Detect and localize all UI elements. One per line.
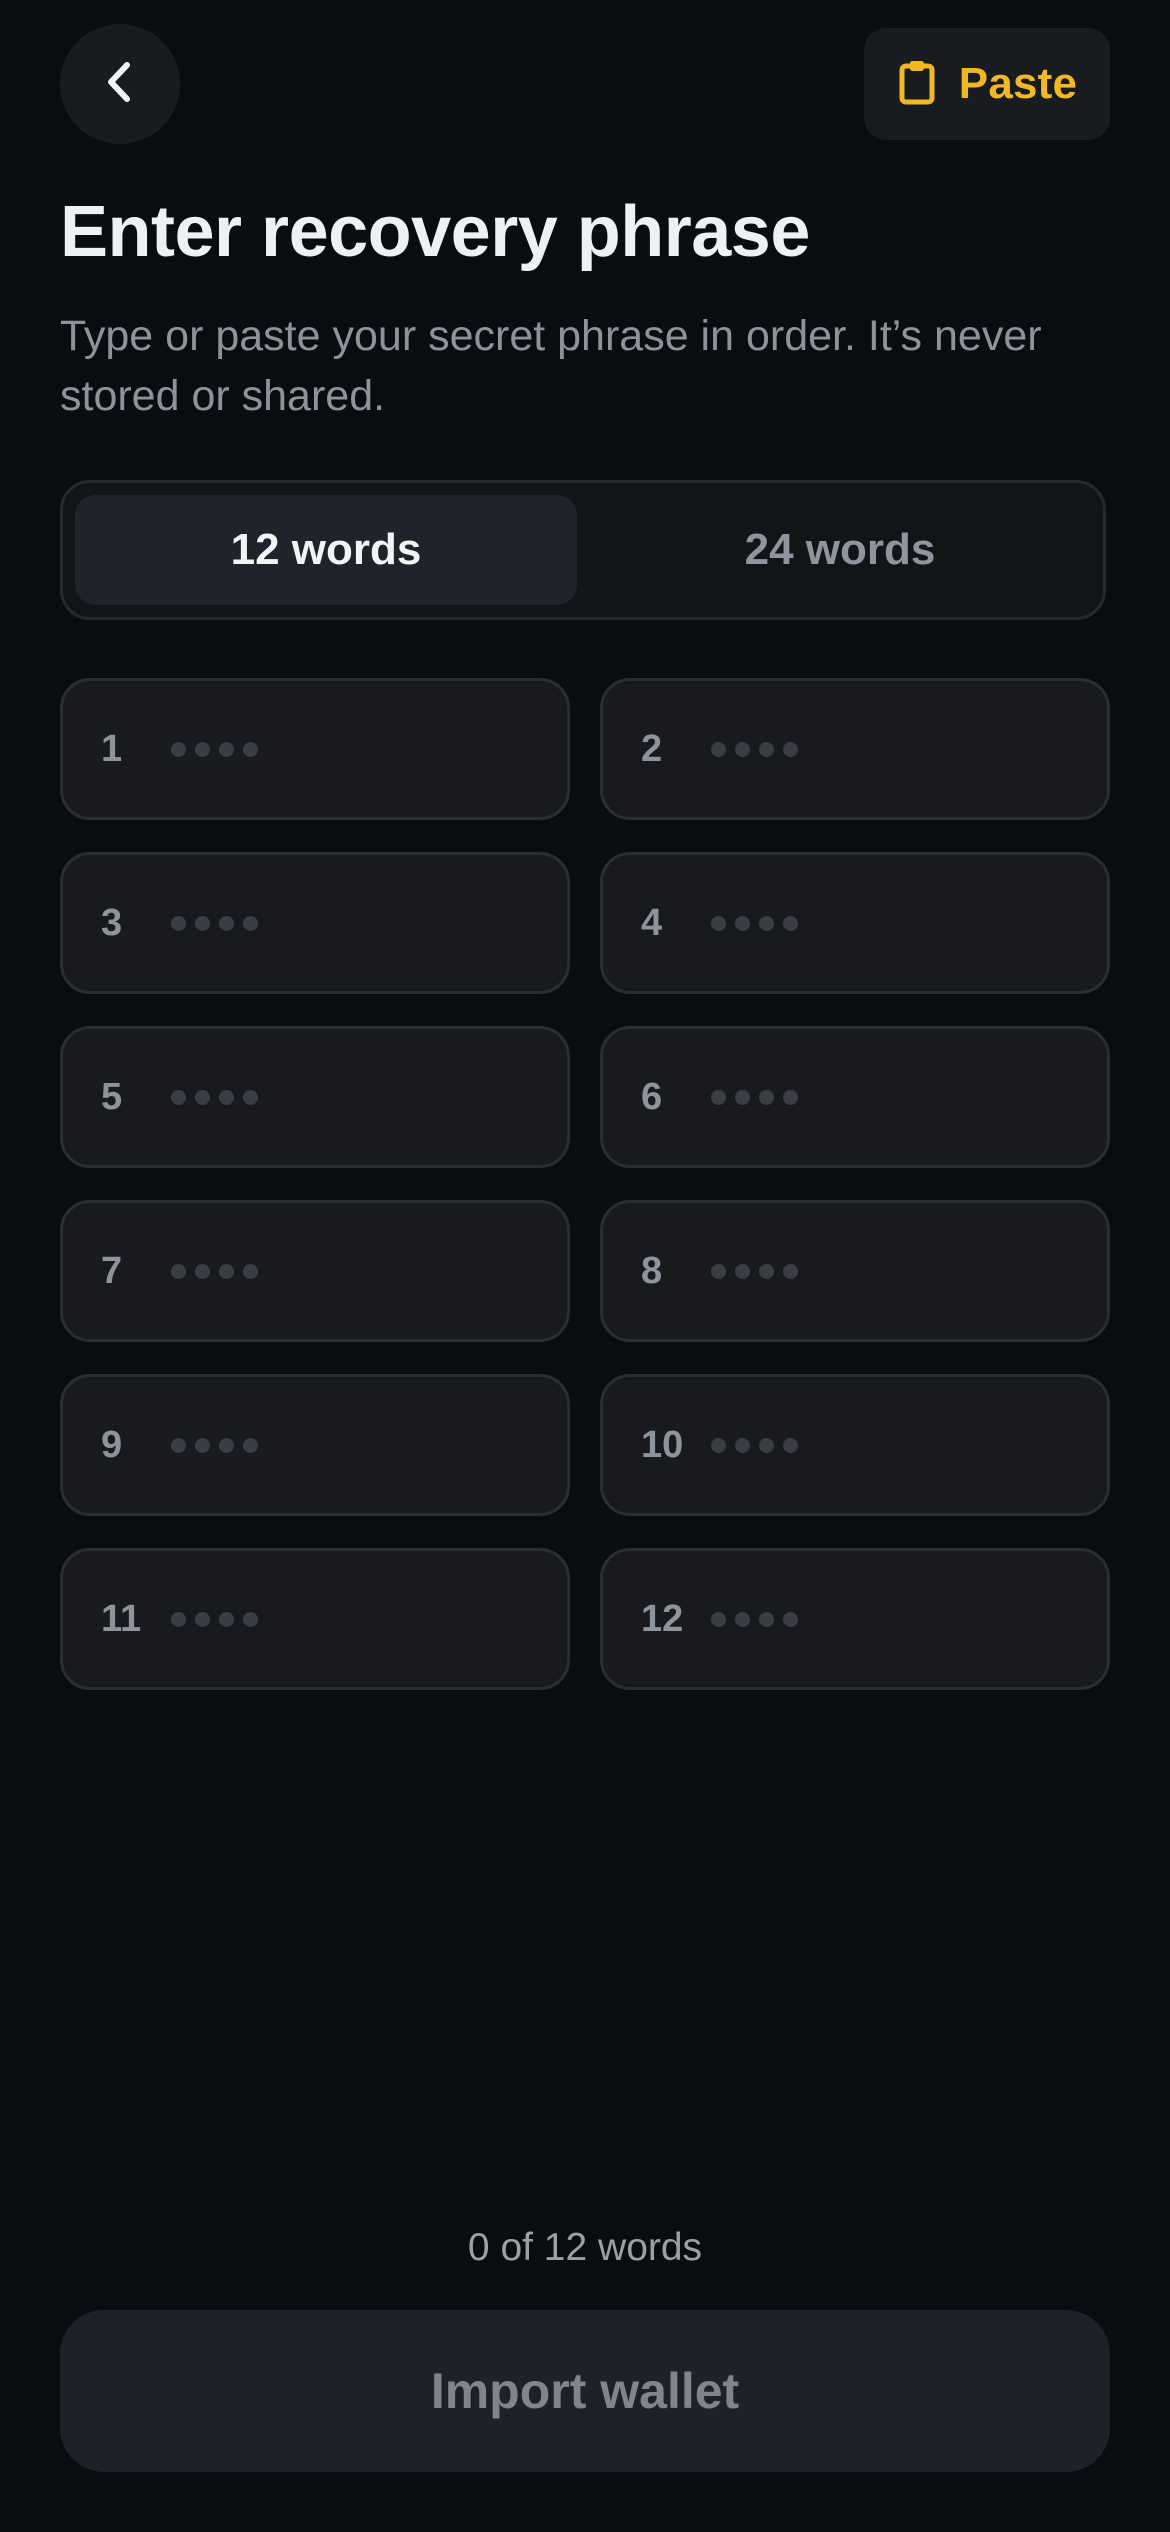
word-number: 4 — [641, 901, 663, 944]
placeholder-dot — [783, 1437, 798, 1453]
placeholder-dot — [783, 915, 798, 931]
tab-24-words[interactable]: 24 words — [589, 495, 1091, 605]
placeholder-dot — [219, 915, 234, 931]
word-field-2[interactable]: 2 — [600, 678, 1110, 820]
word-count-selector: 12 words 24 words — [60, 480, 1106, 620]
word-placeholder — [171, 1611, 258, 1627]
word-number: 3 — [101, 901, 123, 944]
placeholder-dot — [759, 1437, 774, 1453]
placeholder-dot — [783, 1089, 798, 1105]
placeholder-dot — [711, 1089, 726, 1105]
word-placeholder — [711, 1263, 798, 1279]
placeholder-dot — [759, 1263, 774, 1279]
placeholder-dot — [243, 1263, 258, 1279]
placeholder-dot — [711, 741, 726, 757]
placeholder-dot — [783, 741, 798, 757]
placeholder-dot — [171, 1437, 186, 1453]
word-number: 8 — [641, 1249, 663, 1292]
word-placeholder — [711, 1437, 798, 1453]
placeholder-dot — [243, 1437, 258, 1453]
word-field-7[interactable]: 7 — [60, 1200, 570, 1342]
word-placeholder — [171, 1437, 258, 1453]
placeholder-dot — [171, 1263, 186, 1279]
placeholder-dot — [243, 1089, 258, 1105]
page-title: Enter recovery phrase — [60, 192, 810, 272]
placeholder-dot — [195, 1437, 210, 1453]
placeholder-dot — [735, 741, 750, 757]
chevron-left-icon — [100, 58, 140, 111]
placeholder-dot — [783, 1263, 798, 1279]
page-subtitle: Type or paste your secret phrase in orde… — [60, 312, 1042, 420]
word-field-8[interactable]: 8 — [600, 1200, 1110, 1342]
placeholder-dot — [195, 741, 210, 757]
placeholder-dot — [735, 1089, 750, 1105]
word-placeholder — [171, 915, 258, 931]
placeholder-dot — [195, 915, 210, 931]
placeholder-dot — [711, 1437, 726, 1453]
placeholder-dot — [711, 1263, 726, 1279]
word-field-3[interactable]: 3 — [60, 852, 570, 994]
word-number: 9 — [101, 1423, 123, 1466]
tab-12-words[interactable]: 12 words — [75, 495, 577, 605]
back-button[interactable] — [60, 24, 180, 144]
word-placeholder — [171, 1089, 258, 1105]
placeholder-dot — [759, 1089, 774, 1105]
placeholder-dot — [243, 741, 258, 757]
word-field-9[interactable]: 9 — [60, 1374, 570, 1516]
word-field-6[interactable]: 6 — [600, 1026, 1110, 1168]
word-number: 11 — [101, 1597, 142, 1640]
word-placeholder — [711, 915, 798, 931]
word-number: 7 — [101, 1249, 123, 1292]
placeholder-dot — [171, 915, 186, 931]
placeholder-dot — [759, 915, 774, 931]
placeholder-dot — [735, 1611, 750, 1627]
word-placeholder — [711, 1611, 798, 1627]
word-number: 10 — [641, 1423, 684, 1466]
paste-label: Paste — [958, 59, 1078, 108]
placeholder-dot — [759, 741, 774, 757]
placeholder-dot — [219, 741, 234, 757]
paste-button[interactable]: Paste — [864, 28, 1110, 140]
word-placeholder — [171, 1263, 258, 1279]
placeholder-dot — [195, 1611, 210, 1627]
placeholder-dot — [219, 1437, 234, 1453]
placeholder-dot — [243, 915, 258, 931]
word-field-12[interactable]: 12 — [600, 1548, 1110, 1690]
word-number: 5 — [101, 1075, 123, 1118]
placeholder-dot — [219, 1089, 234, 1105]
word-field-10[interactable]: 10 — [600, 1374, 1110, 1516]
word-placeholder — [171, 741, 258, 757]
word-field-5[interactable]: 5 — [60, 1026, 570, 1168]
word-number: 2 — [641, 727, 663, 770]
placeholder-dot — [759, 1611, 774, 1627]
placeholder-dot — [195, 1263, 210, 1279]
placeholder-dot — [735, 1263, 750, 1279]
word-placeholder — [711, 741, 798, 757]
placeholder-dot — [735, 915, 750, 931]
word-number: 12 — [641, 1597, 684, 1640]
placeholder-dot — [219, 1263, 234, 1279]
import-wallet-button[interactable]: Import wallet — [60, 2310, 1110, 2472]
word-field-1[interactable]: 1 — [60, 678, 570, 820]
placeholder-dot — [171, 1611, 186, 1627]
placeholder-dot — [219, 1611, 234, 1627]
placeholder-dot — [735, 1437, 750, 1453]
placeholder-dot — [243, 1611, 258, 1627]
word-placeholder — [711, 1089, 798, 1105]
word-field-4[interactable]: 4 — [600, 852, 1110, 994]
word-field-11[interactable]: 11 — [60, 1548, 570, 1690]
placeholder-dot — [783, 1611, 798, 1627]
placeholder-dot — [711, 1611, 726, 1627]
placeholder-dot — [195, 1089, 210, 1105]
word-number: 6 — [641, 1075, 663, 1118]
clipboard-icon — [897, 58, 937, 111]
word-counter: 0 of 12 words — [467, 2226, 703, 2269]
placeholder-dot — [171, 1089, 186, 1105]
placeholder-dot — [171, 741, 186, 757]
word-number: 1 — [101, 727, 123, 770]
word-fields-grid: 1 2 3 4 5 6 7 8 9 10 11 12 — [60, 678, 1110, 1690]
placeholder-dot — [711, 915, 726, 931]
